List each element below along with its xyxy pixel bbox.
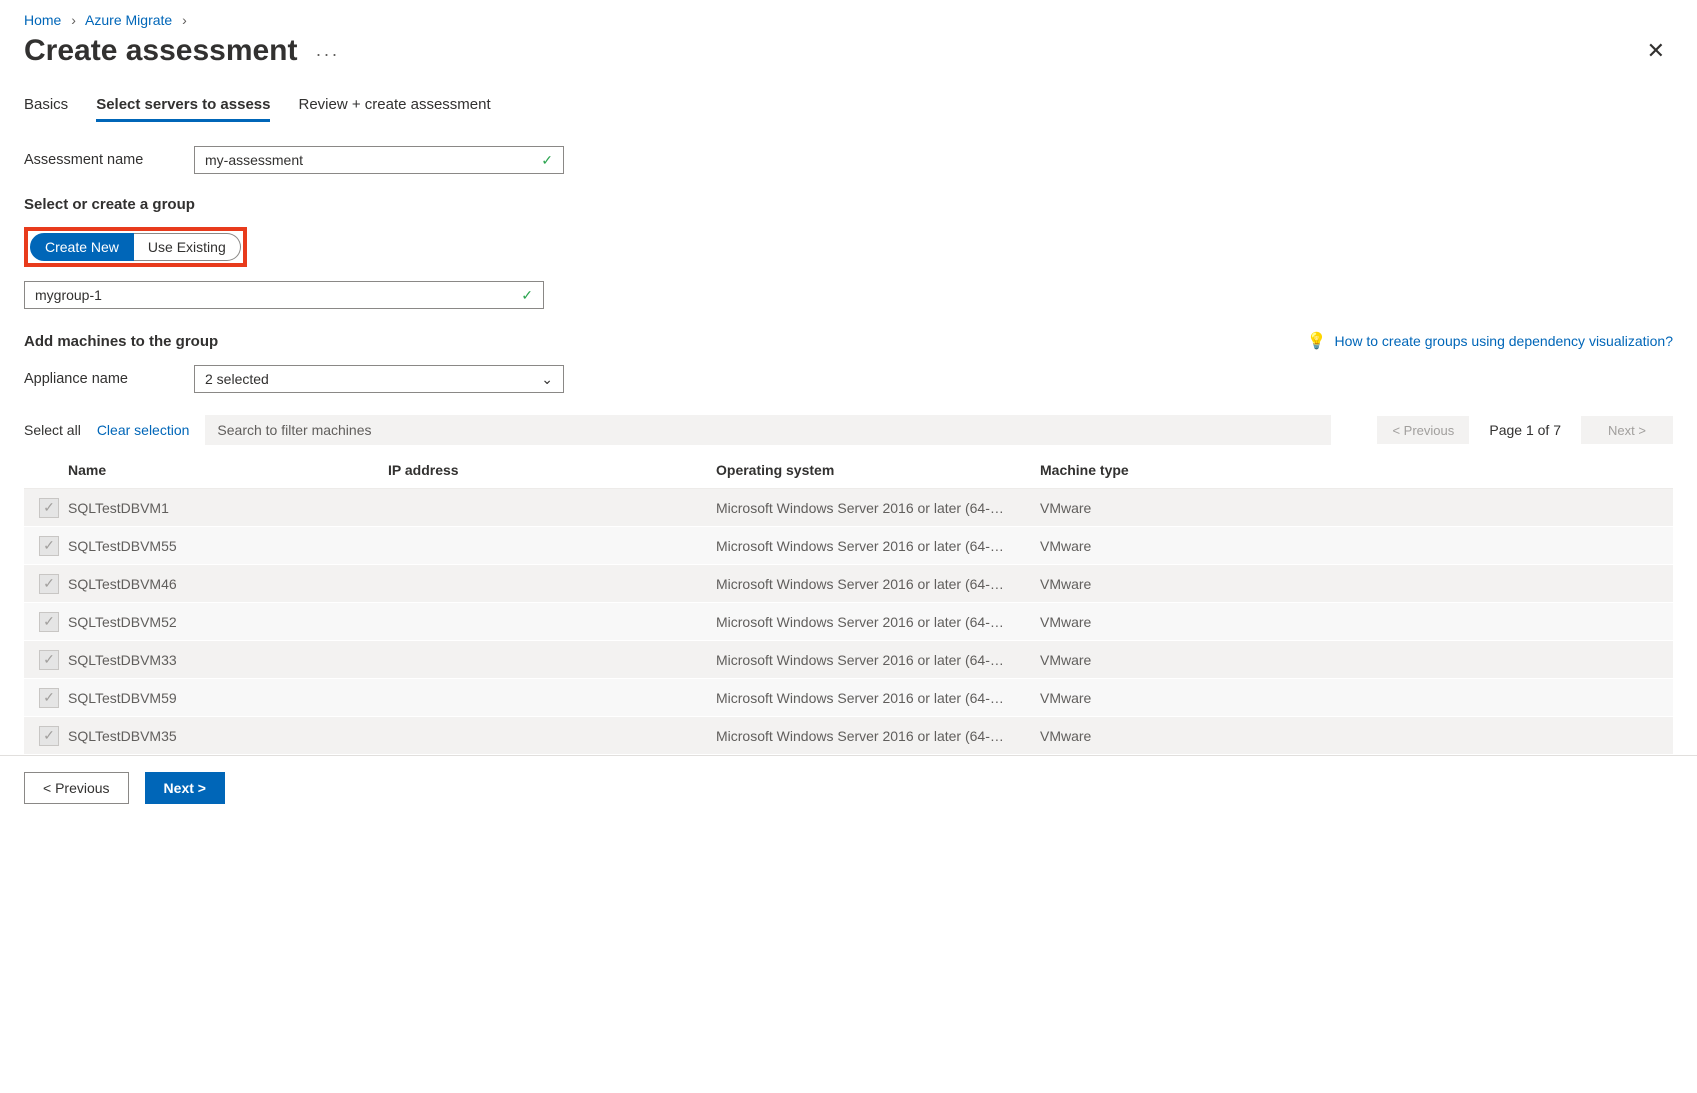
group-section-title: Select or create a group bbox=[24, 196, 1673, 213]
add-machines-title: Add machines to the group bbox=[24, 333, 218, 350]
table-row[interactable]: ✓ SQLTestDBVM55 Microsoft Windows Server 2… bbox=[24, 527, 1673, 565]
search-input[interactable]: Search to filter machines bbox=[205, 415, 1331, 445]
chevron-right-icon: › bbox=[65, 12, 82, 28]
row-name: SQLTestDBVM55 bbox=[68, 538, 388, 554]
row-type: VMware bbox=[1040, 728, 1673, 744]
search-placeholder: Search to filter machines bbox=[217, 422, 371, 438]
table-row[interactable]: ✓ SQLTestDBVM52 Microsoft Windows Server 2… bbox=[24, 603, 1673, 641]
breadcrumb: Home › Azure Migrate › bbox=[24, 12, 1673, 28]
table-row[interactable]: ✓ SQLTestDBVM35 Microsoft Windows Server 2… bbox=[24, 717, 1673, 755]
row-os: Microsoft Windows Server 2016 or later (… bbox=[716, 690, 1040, 706]
tab-review[interactable]: Review + create assessment bbox=[298, 96, 490, 122]
footer-next-button[interactable]: Next > bbox=[145, 772, 225, 804]
pill-create-new[interactable]: Create New bbox=[30, 233, 134, 261]
help-link-dependency-visualization[interactable]: How to create groups using dependency vi… bbox=[1334, 333, 1673, 349]
row-name: SQLTestDBVM46 bbox=[68, 576, 388, 592]
row-os: Microsoft Windows Server 2016 or later (… bbox=[716, 652, 1040, 668]
footer-previous-button[interactable]: < Previous bbox=[24, 772, 129, 804]
row-checkbox[interactable]: ✓ bbox=[39, 498, 59, 518]
row-os: Microsoft Windows Server 2016 or later (… bbox=[716, 614, 1040, 630]
tab-basics[interactable]: Basics bbox=[24, 96, 68, 122]
group-name-input[interactable]: mygroup-1 ✓ bbox=[24, 281, 544, 309]
column-name[interactable]: Name bbox=[68, 462, 388, 478]
pill-use-existing[interactable]: Use Existing bbox=[134, 233, 241, 261]
row-os: Microsoft Windows Server 2016 or later (… bbox=[716, 500, 1040, 516]
row-os: Microsoft Windows Server 2016 or later (… bbox=[716, 728, 1040, 744]
wizard-tabs: Basics Select servers to assess Review +… bbox=[24, 96, 1673, 122]
pager-next-button[interactable]: Next > bbox=[1581, 416, 1673, 444]
more-actions-button[interactable]: ··· bbox=[316, 44, 340, 65]
row-checkbox[interactable]: ✓ bbox=[39, 574, 59, 594]
table-row[interactable]: ✓ SQLTestDBVM46 Microsoft Windows Server 2… bbox=[24, 565, 1673, 603]
breadcrumb-azure-migrate[interactable]: Azure Migrate bbox=[85, 12, 172, 28]
row-name: SQLTestDBVM35 bbox=[68, 728, 388, 744]
row-type: VMware bbox=[1040, 576, 1673, 592]
row-type: VMware bbox=[1040, 690, 1673, 706]
row-type: VMware bbox=[1040, 500, 1673, 516]
appliance-name-select[interactable]: 2 selected ⌄ bbox=[194, 365, 564, 393]
assessment-name-value: my-assessment bbox=[205, 152, 541, 168]
close-icon[interactable]: ✕ bbox=[1639, 34, 1673, 68]
row-name: SQLTestDBVM1 bbox=[68, 500, 388, 516]
validation-check-icon: ✓ bbox=[521, 287, 533, 304]
appliance-name-value: 2 selected bbox=[205, 371, 541, 387]
row-type: VMware bbox=[1040, 652, 1673, 668]
column-type[interactable]: Machine type bbox=[1040, 462, 1673, 478]
row-name: SQLTestDBVM59 bbox=[68, 690, 388, 706]
row-name: SQLTestDBVM33 bbox=[68, 652, 388, 668]
breadcrumb-home[interactable]: Home bbox=[24, 12, 61, 28]
row-os: Microsoft Windows Server 2016 or later (… bbox=[716, 576, 1040, 592]
table-row[interactable]: ✓ SQLTestDBVM1 Microsoft Windows Server 20… bbox=[24, 489, 1673, 527]
assessment-name-input[interactable]: my-assessment ✓ bbox=[194, 146, 564, 174]
row-os: Microsoft Windows Server 2016 or later (… bbox=[716, 538, 1040, 554]
column-ip[interactable]: IP address bbox=[388, 462, 716, 478]
table-body: ✓ SQLTestDBVM1 Microsoft Windows Server 20… bbox=[24, 489, 1673, 793]
page-title: Create assessment bbox=[24, 34, 298, 68]
table-row[interactable]: ✓ SQLTestDBVM33 Microsoft Windows Server 2… bbox=[24, 641, 1673, 679]
chevron-right-icon: › bbox=[176, 12, 193, 28]
table-row[interactable]: ✓ SQLTestDBVM59 Microsoft Windows Server 2… bbox=[24, 679, 1673, 717]
column-os[interactable]: Operating system bbox=[716, 462, 1040, 478]
clear-selection-link[interactable]: Clear selection bbox=[97, 422, 190, 438]
row-type: VMware bbox=[1040, 538, 1673, 554]
row-checkbox[interactable]: ✓ bbox=[39, 612, 59, 632]
appliance-name-label: Appliance name bbox=[24, 371, 172, 387]
table-pager: < Previous Page 1 of 7 Next > bbox=[1377, 416, 1673, 444]
table-header: Name IP address Operating system Machine… bbox=[24, 451, 1673, 489]
row-checkbox[interactable]: ✓ bbox=[39, 688, 59, 708]
row-checkbox[interactable]: ✓ bbox=[39, 726, 59, 746]
tab-select-servers[interactable]: Select servers to assess bbox=[96, 96, 270, 122]
pager-info: Page 1 of 7 bbox=[1489, 422, 1561, 438]
highlight-box: Create New Use Existing bbox=[24, 227, 247, 267]
select-all-link[interactable]: Select all bbox=[24, 422, 81, 438]
row-checkbox[interactable]: ✓ bbox=[39, 650, 59, 670]
wizard-footer: < Previous Next > bbox=[0, 755, 1697, 820]
assessment-name-label: Assessment name bbox=[24, 152, 172, 168]
validation-check-icon: ✓ bbox=[541, 152, 553, 169]
lightbulb-icon: 💡 bbox=[1307, 331, 1327, 351]
chevron-down-icon: ⌄ bbox=[541, 371, 553, 388]
group-name-value: mygroup-1 bbox=[35, 287, 521, 303]
row-name: SQLTestDBVM52 bbox=[68, 614, 388, 630]
pager-previous-button[interactable]: < Previous bbox=[1377, 416, 1469, 444]
row-type: VMware bbox=[1040, 614, 1673, 630]
row-checkbox[interactable]: ✓ bbox=[39, 536, 59, 556]
